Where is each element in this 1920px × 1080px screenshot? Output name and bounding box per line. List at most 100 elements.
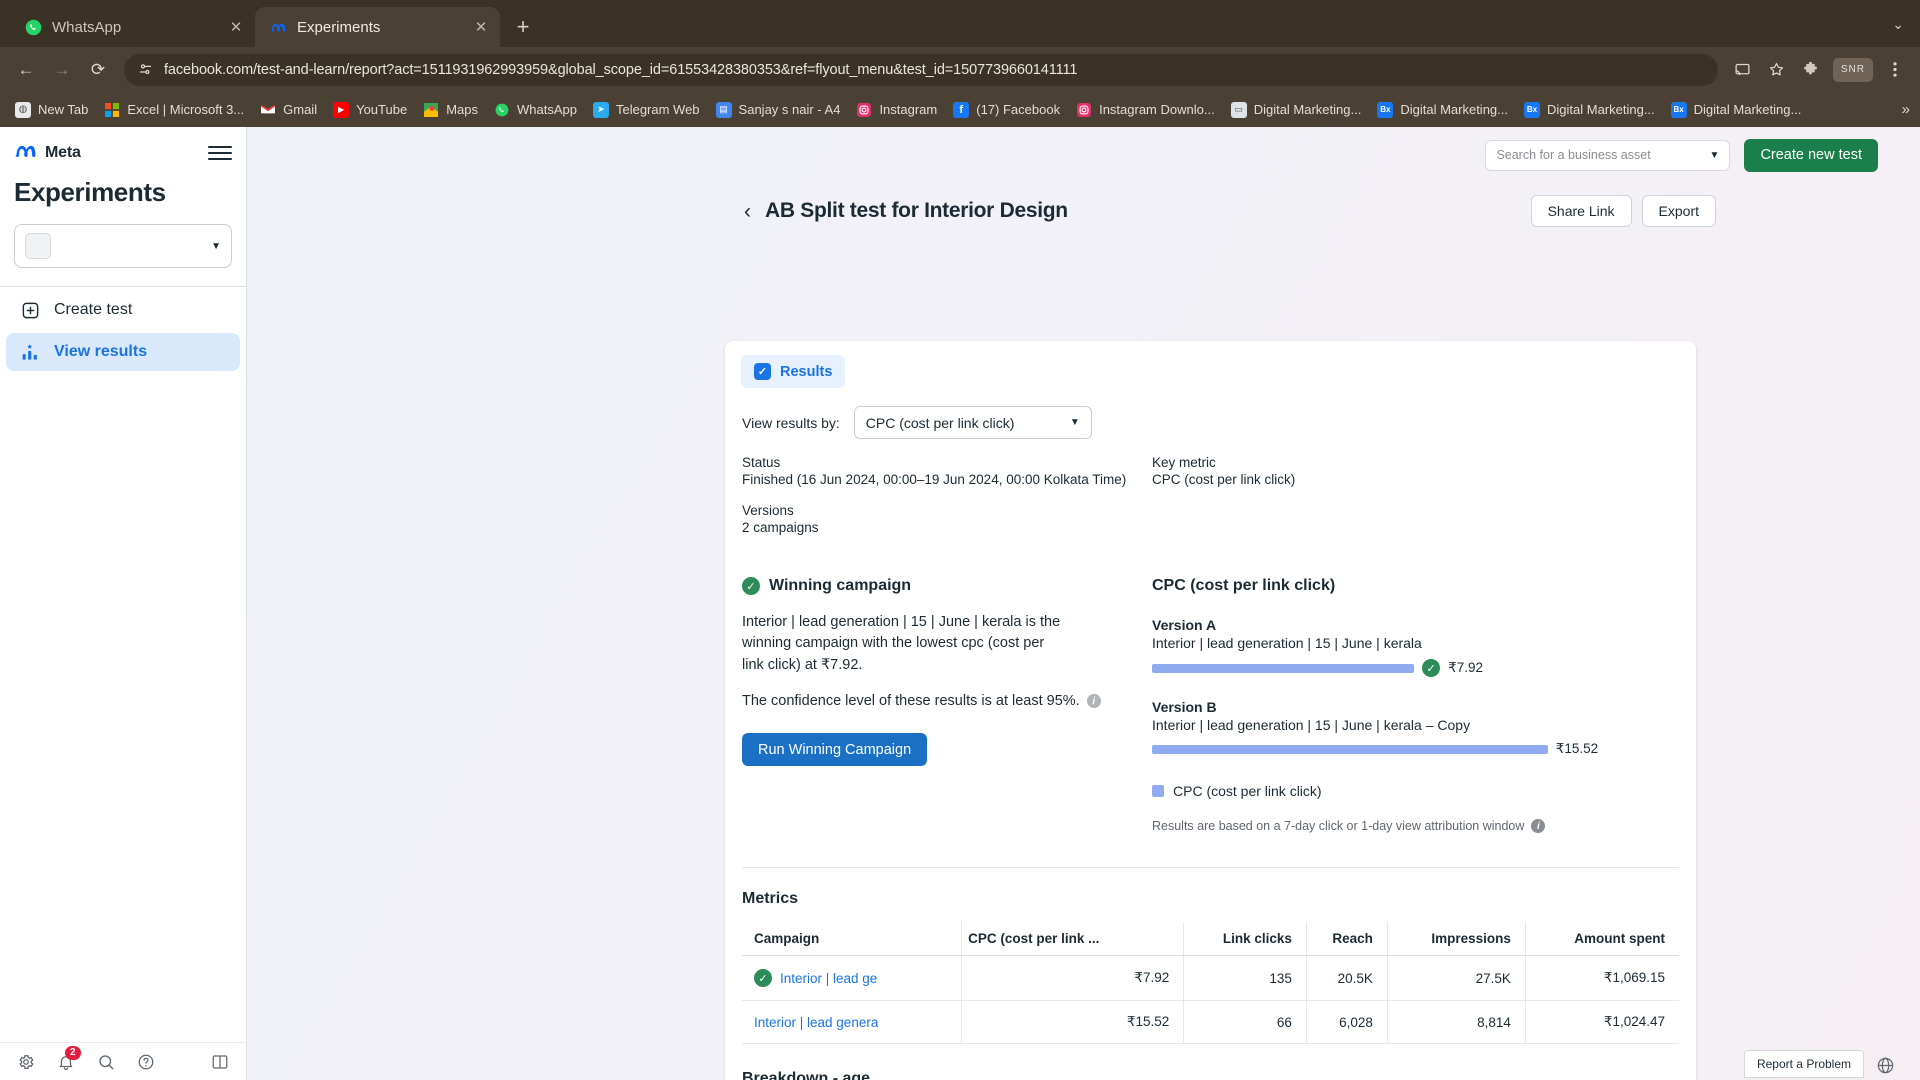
bookmark-item[interactable]: Excel | Microsoft 3... bbox=[97, 98, 251, 122]
forward-button[interactable]: → bbox=[46, 54, 78, 86]
bookmark-item[interactable]: Maps bbox=[416, 98, 485, 122]
bookmark-item[interactable]: f (17) Facebook bbox=[946, 98, 1067, 122]
bell-icon[interactable]: 2 bbox=[56, 1045, 81, 1072]
winner-check-icon: ✓ bbox=[754, 969, 772, 987]
hamburger-menu-icon[interactable] bbox=[208, 141, 232, 165]
close-icon[interactable]: ✕ bbox=[470, 16, 492, 38]
address-bar[interactable]: facebook.com/test-and-learn/report?act=1… bbox=[124, 53, 1718, 86]
bookmark-item[interactable]: Instagram Downlo... bbox=[1069, 98, 1222, 122]
table-row: Interior | lead generatio ₹15.52 66 6,02… bbox=[742, 1000, 1679, 1044]
reload-button[interactable]: ⟳ bbox=[82, 54, 114, 86]
help-icon[interactable] bbox=[136, 1052, 156, 1072]
view-results-by-row: View results by: CPC (cost per link clic… bbox=[725, 388, 1696, 439]
extensions-icon[interactable] bbox=[1796, 55, 1826, 85]
close-icon[interactable]: ✕ bbox=[225, 16, 247, 38]
globe-icon: ◍ bbox=[15, 101, 31, 118]
tune-icon[interactable] bbox=[136, 61, 154, 79]
page-viewport: Meta Experiments ▼ Create test View resu… bbox=[0, 127, 1920, 1080]
campaign-link[interactable]: Interior | lead gener bbox=[780, 971, 878, 986]
bookmark-item[interactable]: Instagram bbox=[849, 98, 944, 122]
search-business-asset-input[interactable]: Search for a business asset ▼ bbox=[1485, 139, 1731, 171]
bookmark-label: Digital Marketing... bbox=[1400, 102, 1508, 117]
bookmark-item[interactable]: ▭ Digital Marketing... bbox=[1224, 98, 1369, 122]
view-results-by-label: View results by: bbox=[742, 414, 840, 431]
excel-icon bbox=[104, 102, 120, 118]
facebook-icon: f bbox=[953, 101, 970, 118]
key-metric-block: Key metric CPC (cost per link click) bbox=[1152, 455, 1562, 487]
bar-chart-star-icon bbox=[20, 342, 41, 363]
breakdown-title: Breakdown - age bbox=[742, 1070, 871, 1080]
report-a-problem-button[interactable]: Report a Problem bbox=[1743, 1050, 1864, 1078]
bookmark-item[interactable]: ➤ Telegram Web bbox=[586, 98, 707, 122]
plus-box-icon bbox=[20, 300, 41, 321]
run-winning-campaign-button[interactable]: Run Winning Campaign bbox=[742, 733, 928, 767]
bx-icon: Bx bbox=[1377, 101, 1394, 118]
profile-avatar[interactable]: SNR bbox=[1832, 57, 1873, 82]
bookmark-item[interactable]: Bx Digital Marketing... bbox=[1370, 98, 1515, 122]
table-row: ✓ Interior | lead gener ₹7.92 135 20.5K … bbox=[742, 955, 1679, 1001]
tab-results[interactable]: ✓ Results bbox=[741, 355, 846, 388]
menu-kebab-icon[interactable] bbox=[1880, 55, 1910, 85]
bookmark-item[interactable]: Bx Digital Marketing... bbox=[1664, 98, 1809, 122]
confidence-text: The confidence level of these results is… bbox=[742, 693, 1080, 710]
search-icon[interactable] bbox=[96, 1052, 116, 1072]
bookmark-item[interactable]: ▶ YouTube bbox=[326, 98, 414, 122]
browser-tab-whatsapp[interactable]: WhatsApp ✕ bbox=[10, 7, 255, 47]
bookmark-item[interactable]: ◍ New Tab bbox=[8, 98, 95, 122]
view-results-by-select[interactable]: CPC (cost per link click) ▼ bbox=[853, 406, 1092, 439]
bookmark-label: Gmail bbox=[283, 102, 318, 117]
browser-tab-experiments[interactable]: Experiments ✕ bbox=[255, 7, 500, 47]
sidebar-item-label: Create test bbox=[54, 301, 133, 318]
share-link-button[interactable]: Share Link bbox=[1530, 195, 1632, 227]
column-header-reach[interactable]: Reach bbox=[1305, 922, 1388, 956]
chevron-left-icon[interactable]: ‹ bbox=[744, 201, 751, 222]
chevron-down-icon: ▼ bbox=[211, 240, 221, 252]
bookmark-label: WhatsApp bbox=[516, 102, 577, 117]
chevron-down-icon[interactable]: ⌄ bbox=[1886, 10, 1910, 39]
sidebar-item-view-results[interactable]: View results bbox=[6, 333, 240, 371]
create-new-test-button[interactable]: Create new test bbox=[1744, 138, 1878, 172]
column-header-impressions[interactable]: Impressions bbox=[1386, 922, 1526, 956]
business-asset-select[interactable]: ▼ bbox=[14, 224, 232, 268]
confidence-note: The confidence level of these results is… bbox=[742, 693, 1152, 709]
bookmark-item[interactable]: ▤ Sanjay s nair - A4 bbox=[709, 98, 848, 122]
column-header-campaign[interactable]: Campaign bbox=[742, 922, 962, 956]
legend-label: CPC (cost per link click) bbox=[1173, 783, 1322, 799]
bookmark-star-icon[interactable] bbox=[1762, 55, 1792, 85]
book-icon[interactable] bbox=[210, 1052, 230, 1072]
bookmark-item[interactable]: Gmail bbox=[253, 98, 324, 122]
back-button[interactable]: ← bbox=[10, 54, 42, 86]
bookmark-label: Digital Marketing... bbox=[1547, 102, 1655, 117]
test-meta: Status Finished (16 Jun 2024, 00:00–19 J… bbox=[725, 439, 1696, 551]
winning-campaign-header: ✓ Winning campaign bbox=[742, 577, 1152, 595]
gmail-icon bbox=[260, 102, 276, 118]
bookmarks-overflow-button[interactable]: » bbox=[1898, 97, 1914, 122]
campaign-link[interactable]: Interior | lead generatio bbox=[754, 1015, 878, 1030]
page-title: Experiments bbox=[14, 177, 166, 207]
winning-campaign-title: Winning campaign bbox=[769, 577, 912, 594]
column-header-cpc[interactable]: CPC (cost per link ... bbox=[961, 922, 1184, 956]
column-header-link-clicks[interactable]: Link clicks bbox=[1183, 922, 1307, 956]
bar-row: ₹15.52 bbox=[1152, 741, 1666, 757]
bookmark-label: Digital Marketing... bbox=[1253, 102, 1362, 117]
bookmark-label: New Tab bbox=[38, 102, 89, 117]
export-button[interactable]: Export bbox=[1641, 195, 1716, 227]
results-card: ✓ Results View results by: CPC (cost per… bbox=[725, 341, 1696, 1080]
bookmark-item[interactable]: Bx Digital Marketing... bbox=[1517, 98, 1662, 122]
chevron-down-icon: ▼ bbox=[1069, 417, 1080, 428]
cell-link-clicks: 135 bbox=[1183, 955, 1307, 1001]
cell-cpc: ₹7.92 bbox=[961, 955, 1184, 1001]
cast-icon[interactable] bbox=[1728, 55, 1758, 85]
globe-icon[interactable] bbox=[1876, 1056, 1896, 1076]
info-icon[interactable]: i bbox=[1531, 819, 1546, 833]
sidebar-item-create-test[interactable]: Create test bbox=[6, 291, 240, 329]
new-tab-button[interactable]: + bbox=[506, 10, 540, 44]
cell-reach: 20.5K bbox=[1305, 955, 1388, 1001]
info-icon[interactable]: i bbox=[1086, 694, 1101, 709]
column-header-amount-spent[interactable]: Amount spent bbox=[1524, 922, 1679, 956]
table-header-row: Campaign CPC (cost per link ... Link cli… bbox=[742, 922, 1679, 956]
settings-icon[interactable] bbox=[16, 1052, 36, 1072]
bookmark-label: YouTube bbox=[356, 102, 408, 117]
browser-window: WhatsApp ✕ Experiments ✕ + ⌄ ← → ⟳ faceb… bbox=[0, 0, 1920, 1080]
bookmark-item[interactable]: WhatsApp bbox=[487, 98, 584, 122]
